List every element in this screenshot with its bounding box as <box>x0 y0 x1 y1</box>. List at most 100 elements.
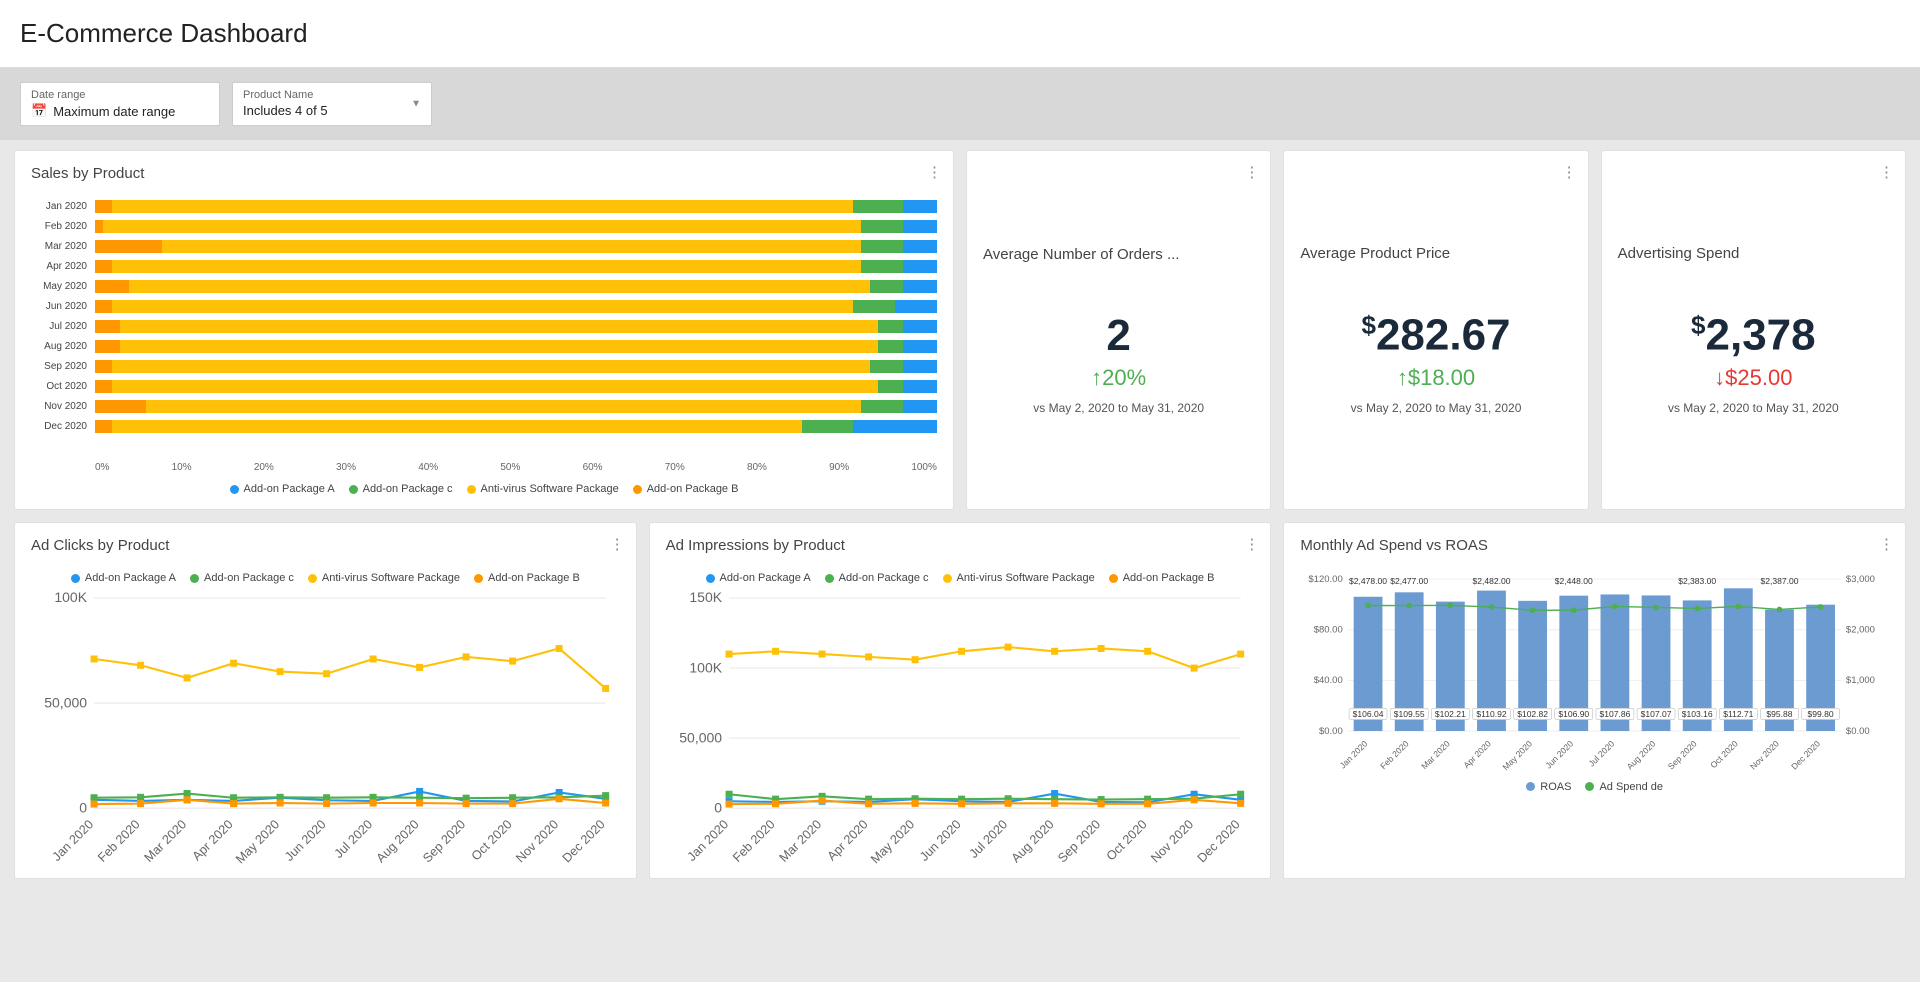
bar-segment <box>861 220 903 233</box>
filter-date-range[interactable]: Date range 📅 Maximum date range <box>20 82 220 126</box>
svg-text:$102.82: $102.82 <box>1518 709 1549 719</box>
bar-segment <box>95 220 103 233</box>
filter-product-name[interactable]: Product Name Includes 4 of 5 ▼ <box>232 82 432 126</box>
stacked-bar <box>95 400 937 413</box>
svg-text:Oct 2020: Oct 2020 <box>1103 817 1149 863</box>
svg-text:Feb 2020: Feb 2020 <box>730 817 778 864</box>
bar-category-label: May 2020 <box>31 281 87 292</box>
stacked-bar <box>95 300 937 313</box>
svg-text:$2,477.00: $2,477.00 <box>1391 576 1429 586</box>
bar-segment <box>120 340 878 353</box>
svg-text:Aug 2020: Aug 2020 <box>374 817 422 864</box>
kpi-compare: vs May 2, 2020 to May 31, 2020 <box>1033 401 1204 415</box>
bar-segment <box>870 360 904 373</box>
legend-label: Add-on Package B <box>647 483 739 495</box>
bar-segment <box>120 320 878 333</box>
stacked-bar-chart: Jan 2020Feb 2020Mar 2020Apr 2020May 2020… <box>31 190 937 456</box>
bar-category-label: Aug 2020 <box>31 341 87 352</box>
svg-text:$3,000: $3,000 <box>1846 574 1875 585</box>
svg-text:Sep 2020: Sep 2020 <box>1055 817 1103 864</box>
bar-segment <box>95 280 129 293</box>
svg-text:$110.92: $110.92 <box>1477 709 1507 719</box>
bar-segment <box>95 260 112 273</box>
bar-category-label: Jan 2020 <box>31 201 87 212</box>
bar-segment <box>903 280 937 293</box>
svg-text:Jul 2020: Jul 2020 <box>332 817 376 861</box>
card-title: Advertising Spend <box>1618 245 1740 262</box>
bar-segment <box>903 380 937 393</box>
svg-text:$1,000: $1,000 <box>1846 675 1875 686</box>
legend-dot <box>825 574 834 583</box>
filter-label: Product Name <box>243 89 421 101</box>
bar-segment <box>903 240 937 253</box>
kpi-value: $2,378 <box>1691 310 1816 361</box>
bar-segment <box>146 400 862 413</box>
bar-segment <box>878 320 903 333</box>
bar-segment <box>95 240 162 253</box>
legend-dot <box>308 574 317 583</box>
card-menu-icon[interactable]: ⋮ <box>1879 163 1893 181</box>
legend-item: Add-on Package c <box>190 572 294 584</box>
card-title: Average Product Price <box>1300 245 1450 262</box>
bar-row: Jan 2020 <box>31 198 937 215</box>
card-menu-icon[interactable]: ⋮ <box>1244 163 1258 181</box>
bar-row: Apr 2020 <box>31 258 937 275</box>
bar-category-label: Jun 2020 <box>31 301 87 312</box>
legend-dot <box>943 574 952 583</box>
svg-text:$106.90: $106.90 <box>1559 709 1590 719</box>
bar-segment <box>903 320 937 333</box>
legend-item: Add-on Package A <box>706 572 811 584</box>
dashboard-grid: Sales by Product ⋮ Jan 2020Feb 2020Mar 2… <box>0 140 1920 889</box>
bar-segment <box>112 200 853 213</box>
svg-text:150K: 150K <box>689 589 722 605</box>
card-title: Ad Impressions by Product <box>666 537 1255 554</box>
bar-category-label: Dec 2020 <box>31 421 87 432</box>
legend-item: Add-on Package A <box>71 572 176 584</box>
legend-item: Add-on Package B <box>474 572 580 584</box>
legend-dot <box>349 485 358 494</box>
card-menu-icon[interactable]: ⋮ <box>610 535 624 553</box>
card-title: Ad Clicks by Product <box>31 537 620 554</box>
card-menu-icon[interactable]: ⋮ <box>1879 535 1893 553</box>
filter-label: Date range <box>31 89 209 101</box>
card-kpi-orders: Average Number of Orders ... ⋮ 2 ↑20% vs… <box>966 150 1271 510</box>
bar-segment <box>870 280 904 293</box>
bar-segment <box>112 360 870 373</box>
bar-segment <box>878 380 903 393</box>
bar-row: Sep 2020 <box>31 358 937 375</box>
bar-row: Aug 2020 <box>31 338 937 355</box>
svg-text:Mar 2020: Mar 2020 <box>776 817 824 864</box>
legend-label: Anti-virus Software Package <box>322 572 460 584</box>
card-sales-by-product: Sales by Product ⋮ Jan 2020Feb 2020Mar 2… <box>14 150 954 510</box>
svg-text:Feb 2020: Feb 2020 <box>95 817 143 864</box>
kpi-delta: ↓$25.00 <box>1714 365 1792 391</box>
bar-segment <box>95 340 120 353</box>
bar-segment <box>95 360 112 373</box>
combo-chart: $0.00$40.00$80.00$120.00$0.00$1,000$2,00… <box>1300 562 1889 771</box>
x-tick: 30% <box>336 462 356 473</box>
legend-label: Add-on Package c <box>839 572 929 584</box>
svg-text:$2,482.00: $2,482.00 <box>1473 576 1511 586</box>
legend-label: Add-on Package A <box>720 572 811 584</box>
legend-dot <box>190 574 199 583</box>
legend-item: Add-on Package c <box>349 483 453 495</box>
card-kpi-price: Average Product Price ⋮ $282.67 ↑$18.00 … <box>1283 150 1588 510</box>
bar-segment <box>853 200 904 213</box>
svg-text:Sep 2020: Sep 2020 <box>1666 738 1699 770</box>
stacked-bar <box>95 280 937 293</box>
x-tick: 40% <box>418 462 438 473</box>
card-menu-icon[interactable]: ⋮ <box>927 163 941 181</box>
svg-text:$80.00: $80.00 <box>1314 625 1343 636</box>
svg-text:Nov 2020: Nov 2020 <box>513 817 561 864</box>
legend-label: ROAS <box>1540 781 1571 793</box>
svg-text:$0.00: $0.00 <box>1319 726 1343 737</box>
card-menu-icon[interactable]: ⋮ <box>1562 163 1576 181</box>
x-tick: 50% <box>500 462 520 473</box>
bar-category-label: Oct 2020 <box>31 381 87 392</box>
bar-category-label: Apr 2020 <box>31 261 87 272</box>
bar-segment <box>861 400 903 413</box>
svg-text:Oct 2020: Oct 2020 <box>469 817 515 863</box>
svg-text:$103.16: $103.16 <box>1682 709 1713 719</box>
card-menu-icon[interactable]: ⋮ <box>1244 535 1258 553</box>
svg-text:0: 0 <box>79 799 87 815</box>
